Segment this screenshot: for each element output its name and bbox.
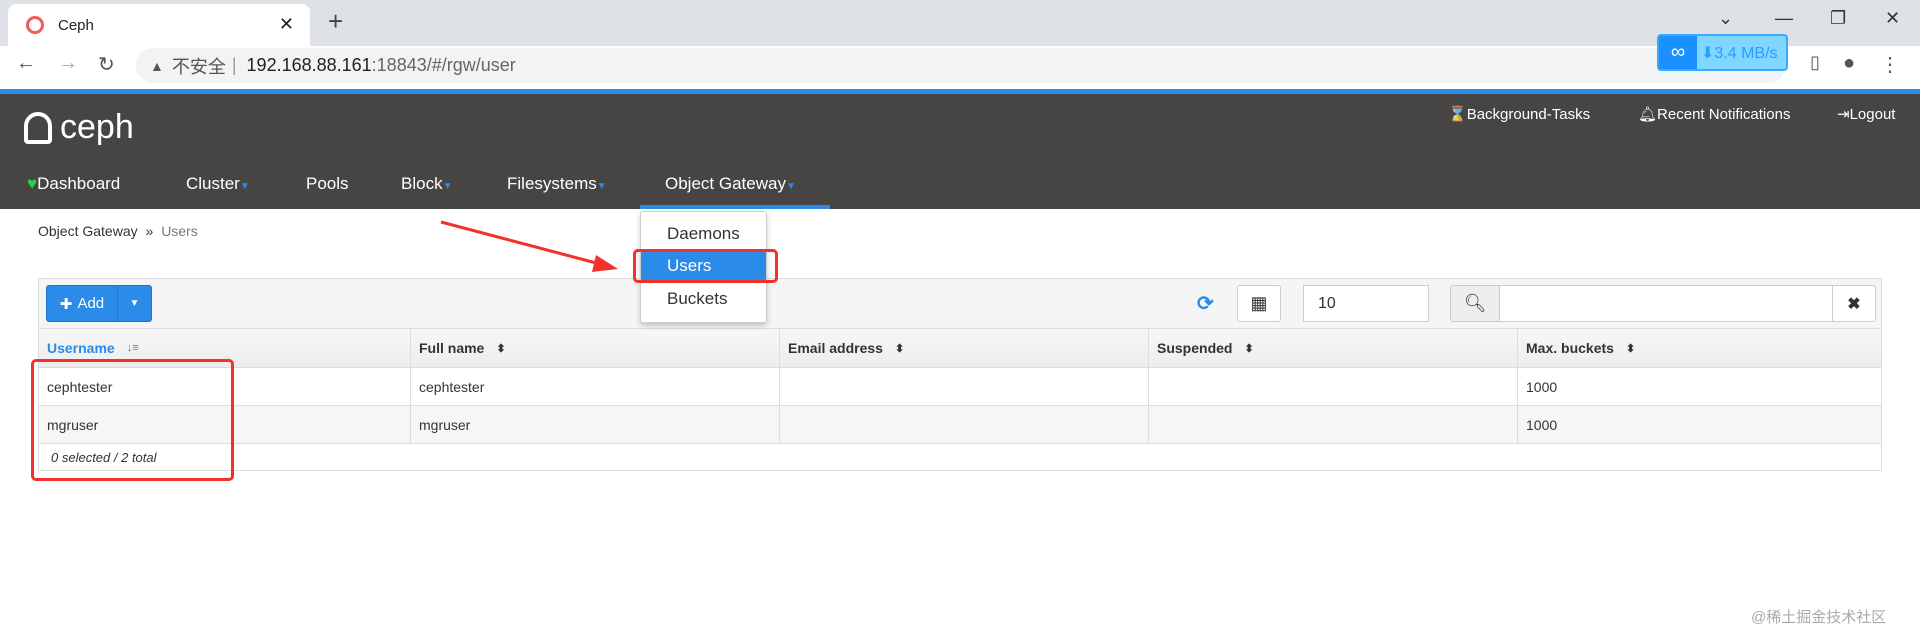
watermark: @稀土掘金技术社区 (1751, 609, 1887, 626)
annotation-arrow (440, 220, 618, 272)
